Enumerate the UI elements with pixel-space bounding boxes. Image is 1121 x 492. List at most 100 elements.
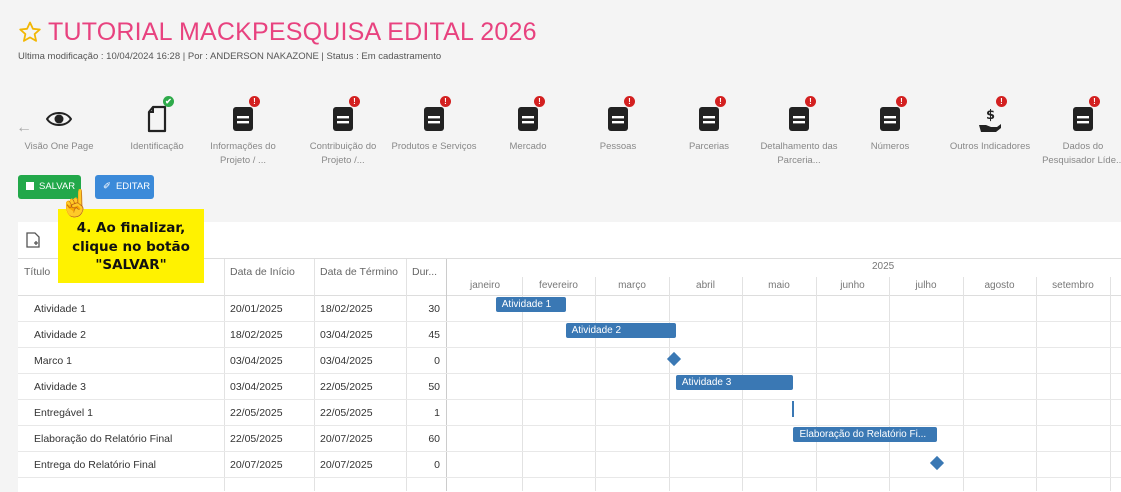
step-dados-pesquisador[interactable]: ! Dados do Pesquisador Líde... xyxy=(1038,96,1121,183)
form-icon: ! xyxy=(605,96,635,135)
task-duration: 45 xyxy=(428,329,440,341)
add-task-icon[interactable] xyxy=(26,232,40,248)
table-row[interactable]: Entregável 1 22/05/2025 22/05/2025 1 xyxy=(18,400,1121,426)
table-row[interactable]: Atividade 1 20/01/2025 18/02/2025 30 xyxy=(18,296,1121,322)
status-ok-icon: ✔ xyxy=(163,96,174,107)
status-error-icon: ! xyxy=(349,96,360,107)
page-title: TUTORIAL MACKPESQUISA EDITAL 2026 xyxy=(48,18,537,46)
modification-meta: Ultima modificação : 10/04/2024 16:28 | … xyxy=(18,51,442,62)
task-title: Atividade 2 xyxy=(34,329,86,341)
step-label: Identificação xyxy=(130,141,184,152)
task-start-date: 03/04/2025 xyxy=(230,381,283,393)
step-label: Produtos e Serviços xyxy=(391,141,477,152)
month-label: fevereiro xyxy=(539,280,578,291)
step-label: Detalhamento das Parceria... xyxy=(760,141,838,166)
task-duration: 0 xyxy=(434,459,440,471)
month-label: abril xyxy=(696,280,715,291)
task-start-date: 18/02/2025 xyxy=(230,329,283,341)
gantt-bar[interactable]: Atividade 3 xyxy=(675,375,794,390)
task-end-date: 18/02/2025 xyxy=(320,303,373,315)
edit-button[interactable]: ✐ EDITAR xyxy=(95,175,154,199)
task-start-date: 03/04/2025 xyxy=(230,355,283,367)
status-error-icon: ! xyxy=(249,96,260,107)
form-icon: ! xyxy=(696,96,726,135)
status-error-icon: ! xyxy=(805,96,816,107)
form-icon: ! xyxy=(877,96,907,135)
form-icon: ! xyxy=(515,96,545,135)
step-detalhamento-parcerias[interactable]: ! Detalhamento das Parceria... xyxy=(754,96,844,183)
step-parcerias[interactable]: ! Parcerias xyxy=(664,96,754,183)
task-duration: 50 xyxy=(428,381,440,393)
column-title[interactable]: Título xyxy=(24,266,50,278)
money-hand-icon: $ ! xyxy=(977,96,1007,135)
task-end-date: 22/05/2025 xyxy=(320,381,373,393)
step-label: Informações do Projeto / ... xyxy=(210,141,276,166)
step-label: Dados do Pesquisador Líde... xyxy=(1042,141,1121,166)
gantt-bar[interactable]: Atividade 1 xyxy=(495,297,566,312)
step-informacoes-projeto[interactable]: ! Informações do Projeto / ... xyxy=(198,96,288,183)
form-icon: ! xyxy=(230,96,260,135)
step-label: Visão One Page xyxy=(24,141,94,152)
table-row[interactable]: Atividade 3 03/04/2025 22/05/2025 50 xyxy=(18,374,1121,400)
deliverable-marker[interactable] xyxy=(792,401,795,417)
column-start-date[interactable]: Data de Início xyxy=(230,266,295,278)
step-label: Contribuição do Projeto /... xyxy=(309,141,377,166)
status-error-icon: ! xyxy=(534,96,545,107)
form-icon: ! xyxy=(1070,96,1100,135)
task-start-date: 22/05/2025 xyxy=(230,433,283,445)
gantt-bar[interactable]: Elaboração do Relatório Fi... xyxy=(793,427,937,442)
task-duration: 60 xyxy=(428,433,440,445)
step-pessoas[interactable]: ! Pessoas xyxy=(573,96,663,183)
gantt-year: 2025 xyxy=(872,261,895,272)
column-end-date[interactable]: Data de Término xyxy=(320,266,398,278)
table-row[interactable]: Marco 1 03/04/2025 03/04/2025 0 xyxy=(18,348,1121,374)
save-icon xyxy=(26,182,34,190)
task-title: Atividade 1 xyxy=(34,303,86,315)
step-label: Outros Indicadores xyxy=(949,141,1031,152)
task-title: Entrega do Relatório Final xyxy=(34,459,156,471)
task-end-date: 20/07/2025 xyxy=(320,433,373,445)
status-error-icon: ! xyxy=(624,96,635,107)
task-end-date: 20/07/2025 xyxy=(320,459,373,471)
step-outros-indicadores[interactable]: $ ! Outros Indicadores xyxy=(945,96,1035,183)
step-identificacao[interactable]: ✔ Identificação xyxy=(112,96,202,183)
task-title: Elaboração do Relatório Final xyxy=(34,433,173,445)
month-label: junho xyxy=(840,280,865,291)
table-row[interactable]: Entrega do Relatório Final 20/07/2025 20/0… xyxy=(18,452,1121,478)
task-duration: 0 xyxy=(434,355,440,367)
column-duration[interactable]: Dur... xyxy=(412,266,437,278)
task-end-date: 03/04/2025 xyxy=(320,329,373,341)
step-label: Parcerias xyxy=(688,141,730,152)
task-title: Entregável 1 xyxy=(34,407,93,419)
tutorial-callout: 4. Ao finalizar, clique no botão "SALVAR… xyxy=(58,209,204,283)
task-title: Marco 1 xyxy=(34,355,72,367)
gantt-bar[interactable]: Atividade 2 xyxy=(565,323,676,338)
pointer-hand-icon: ☝ xyxy=(59,188,92,218)
step-numeros[interactable]: ! Números xyxy=(845,96,935,183)
table-row[interactable]: Elaboração do Relatório Final 22/05/2025 2… xyxy=(18,426,1121,452)
eye-icon xyxy=(45,103,73,135)
task-start-date: 20/07/2025 xyxy=(230,459,283,471)
month-label: setembro xyxy=(1052,280,1094,291)
task-duration: 1 xyxy=(434,407,440,419)
document-icon: ✔ xyxy=(144,96,174,135)
month-label: julho xyxy=(915,280,937,291)
status-error-icon: ! xyxy=(440,96,451,107)
step-produtos-servicos[interactable]: ! Produtos e Serviços xyxy=(389,96,479,183)
star-icon[interactable] xyxy=(18,20,42,44)
step-label: Mercado xyxy=(509,141,547,152)
status-error-icon: ! xyxy=(896,96,907,107)
month-label: janeiro xyxy=(469,280,501,291)
status-error-icon: ! xyxy=(996,96,1007,107)
task-end-date: 22/05/2025 xyxy=(320,407,373,419)
form-icon: ! xyxy=(330,96,360,135)
step-contribuicao-projeto[interactable]: ! Contribuição do Projeto /... xyxy=(298,96,388,183)
step-label: Pessoas xyxy=(599,141,637,152)
step-visao-one-page[interactable]: Visão One Page xyxy=(14,103,104,183)
project-header: TUTORIAL MACKPESQUISA EDITAL 2026 Ultima… xyxy=(0,0,1121,230)
step-mercado[interactable]: ! Mercado xyxy=(483,96,573,183)
status-error-icon: ! xyxy=(1089,96,1100,107)
step-label: Números xyxy=(870,141,910,152)
month-label: maio xyxy=(768,280,790,291)
task-end-date: 03/04/2025 xyxy=(320,355,373,367)
